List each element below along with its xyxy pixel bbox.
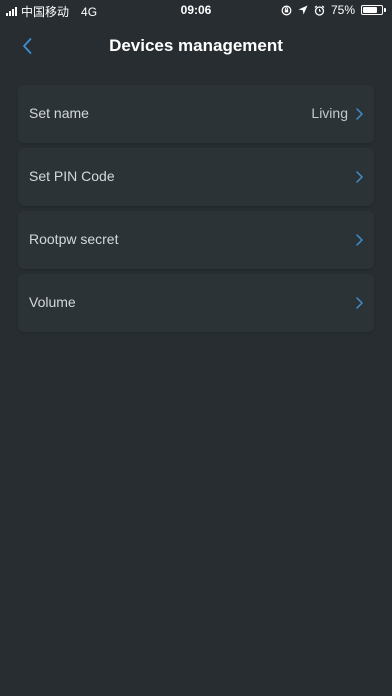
chevron-right-icon [356, 108, 363, 120]
battery-icon [361, 5, 386, 15]
chevron-left-icon [23, 38, 32, 54]
setting-row-volume[interactable]: Volume [18, 274, 374, 332]
battery-fill [363, 7, 377, 13]
setting-label: Rootpw secret [29, 231, 119, 247]
chevron-right-icon [356, 297, 363, 309]
setting-label: Set name [29, 105, 89, 121]
lock-rotation-icon [281, 5, 292, 15]
battery-percent: 75% [330, 3, 355, 17]
chevron-right-icon [356, 234, 363, 246]
chevron-right-icon [356, 171, 363, 183]
page-title: Devices management [109, 36, 283, 55]
back-button[interactable] [14, 33, 40, 59]
alarm-icon [314, 5, 325, 16]
status-bar-right: 75% [281, 3, 386, 17]
setting-row-rootpw-secret[interactable]: Rootpw secret [18, 211, 374, 269]
setting-row-set-pin-code[interactable]: Set PIN Code [18, 148, 374, 206]
setting-label: Set PIN Code [29, 168, 115, 184]
settings-list: Set name Living Set PIN Code Rootpw secr… [18, 85, 374, 337]
setting-row-set-name[interactable]: Set name Living [18, 85, 374, 143]
setting-value: Living [311, 105, 348, 121]
setting-label: Volume [29, 294, 76, 310]
navigation-bar: Devices management [0, 20, 392, 70]
status-bar: 中国移动 4G 09:06 75% [0, 0, 392, 20]
location-icon [298, 5, 308, 15]
